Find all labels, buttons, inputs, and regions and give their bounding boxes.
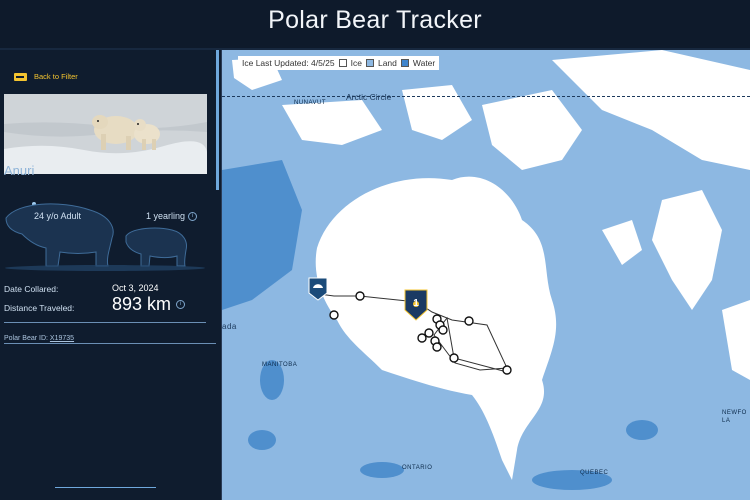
map-canvas[interactable]: 1: [222, 50, 750, 500]
quebec-label: QUEBEC: [580, 470, 609, 476]
date-collared-value: Oct 3, 2024: [112, 283, 159, 293]
legend-ice-label: Ice: [350, 58, 362, 68]
scroll-indicator[interactable]: [55, 487, 156, 488]
track-point: [438, 325, 448, 335]
bear-name: Anuri: [4, 163, 35, 178]
land-swatch: [365, 59, 374, 67]
ice-swatch: [338, 59, 347, 67]
track-point: [464, 316, 474, 326]
distance-value-row: 893 km i: [112, 294, 186, 315]
back-arrow-icon: [14, 72, 27, 81]
labrador-label: LA: [722, 418, 731, 424]
app-header: Polar Bear Tracker: [0, 0, 750, 44]
yearling-label: 1 yearling i: [146, 211, 198, 221]
bear-id-value[interactable]: X19735: [50, 335, 74, 342]
yearling-bear-icon: [125, 227, 187, 267]
distance-label: Distance Traveled:: [4, 303, 75, 313]
back-to-filter-button[interactable]: Back to Filter: [14, 72, 78, 81]
map-view[interactable]: 1 Arctic Circle Ice Last Updated: 4/5/25…: [222, 50, 750, 500]
map-legend: Ice Last Updated: 4/5/25 Ice Land Water: [238, 56, 440, 70]
bear-id-divider: [4, 343, 216, 344]
legend-water-label: Water: [412, 58, 436, 68]
age-label: 24 y/o Adult: [34, 211, 82, 221]
water-swatch: [400, 59, 409, 67]
track-point: [502, 365, 512, 375]
arctic-circle-label: Arctic Circle: [346, 92, 392, 102]
arctic-circle-line: [222, 96, 750, 97]
app-title: Polar Bear Tracker: [268, 6, 482, 34]
bear-id-label: Polar Bear ID:: [4, 335, 48, 342]
track-point: [417, 333, 427, 343]
date-collared-label: Date Collared:: [4, 284, 59, 294]
bear-photo: [4, 94, 207, 174]
track-point: [449, 353, 459, 363]
info-icon[interactable]: i: [188, 211, 198, 221]
bear-id: Polar Bear ID: X19735: [4, 335, 74, 342]
track-point: [432, 342, 442, 352]
distance-info-icon[interactable]: i: [176, 300, 186, 309]
bear-photo-image: [4, 94, 207, 174]
sidebar: Back to Filter Anuri 24 y/o Adult 1 year…: [0, 50, 222, 500]
manitoba-label: MANITOBA: [262, 362, 298, 368]
ice-updated-label: Ice Last Updated: 4/5/25: [242, 58, 335, 68]
sidebar-scrollbar[interactable]: [216, 50, 219, 190]
newfoundland-label: NEWFO: [722, 410, 747, 416]
track-point: [329, 310, 339, 320]
marker-number: 1: [413, 298, 419, 309]
canada-label: ada: [222, 322, 237, 331]
back-to-filter-label: Back to Filter: [34, 72, 78, 81]
yearling-text: 1 yearling: [146, 211, 186, 221]
nunavut-label: NUNAVUT: [294, 100, 327, 106]
distance-value: 893 km: [112, 294, 172, 314]
ontario-label: ONTARIO: [402, 465, 433, 471]
legend-land-label: Land: [377, 58, 397, 68]
stats-divider: [4, 322, 206, 323]
bear-silhouettes: [5, 202, 205, 271]
track-point: [355, 291, 365, 301]
track-point: [424, 328, 434, 338]
